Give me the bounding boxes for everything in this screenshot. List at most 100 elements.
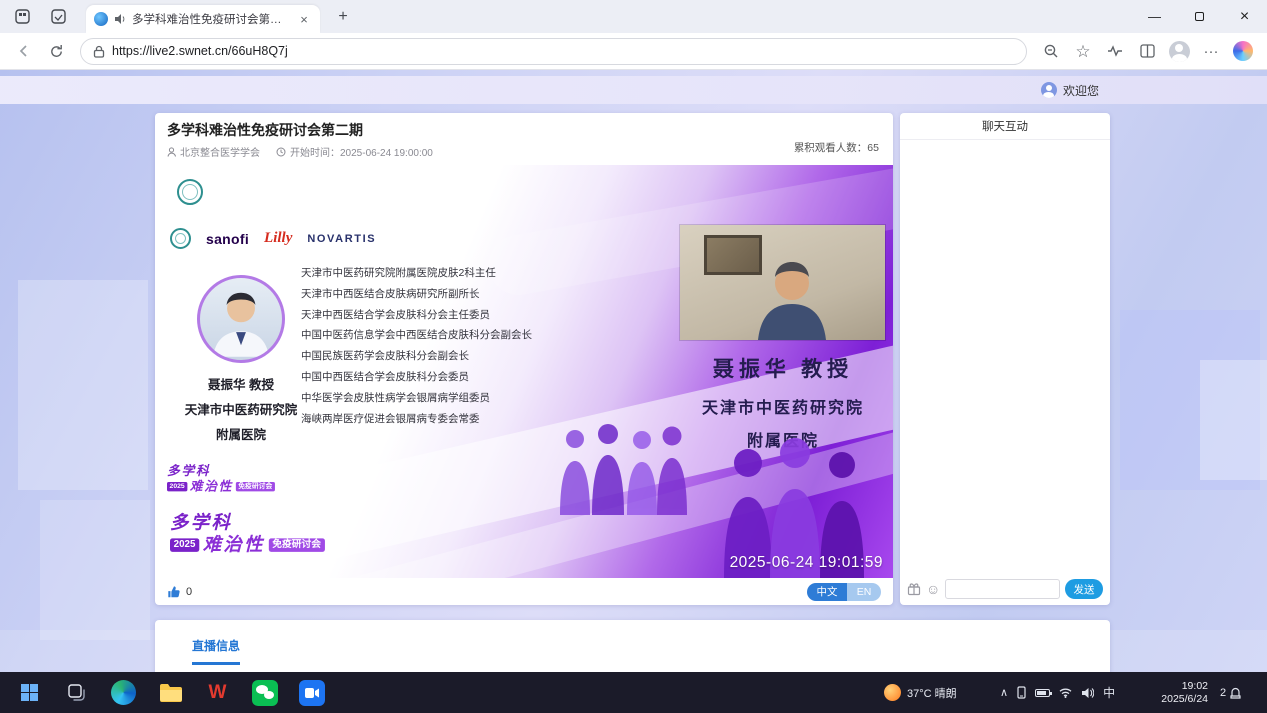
- taskbar-file-explorer[interactable]: [147, 672, 194, 713]
- copilot-icon[interactable]: [1229, 37, 1257, 65]
- speaker-photo: [197, 275, 285, 363]
- tab-favicon: [94, 12, 108, 26]
- start-time-text: 开始时间：2025-06-24 19:00:00: [290, 144, 433, 159]
- edge-icon: [111, 680, 136, 705]
- browser-tab-strip: 多学科难治性免疫研讨会第… × + — ×: [0, 0, 1267, 33]
- thumbs-up-icon: [167, 585, 181, 599]
- window-minimize-button[interactable]: —: [1132, 0, 1177, 33]
- hidden-icons-chevron[interactable]: ∧: [1000, 686, 1008, 699]
- system-tray: ∧ 中: [1000, 672, 1115, 713]
- event-logo: 多学科 2025 难治性 免疫研讨会: [170, 514, 325, 555]
- clock-date: 2025/6/24: [1161, 693, 1208, 706]
- workspaces-icon[interactable]: [12, 6, 33, 27]
- sponsor-sanofi: sanofi: [206, 231, 249, 247]
- task-view-button[interactable]: [53, 672, 100, 713]
- chat-input-row: ☺ 发送: [900, 573, 1110, 605]
- copilot-logo: [1233, 41, 1253, 61]
- site-lock-icon[interactable]: [93, 45, 105, 58]
- send-button[interactable]: 发送: [1065, 579, 1103, 599]
- tab-audio-icon[interactable]: [114, 13, 126, 25]
- live-title: 多学科难治性免疫研讨会第二期: [167, 120, 363, 140]
- browser-essentials-icon[interactable]: [1101, 37, 1129, 65]
- notification-icon: [1229, 686, 1242, 699]
- credential-item: 中国民族医药学会皮肤科分会副会长: [301, 346, 532, 367]
- lang-en-button[interactable]: EN: [847, 583, 881, 601]
- lang-zh-button[interactable]: 中文: [807, 583, 847, 601]
- battery-icon[interactable]: [1035, 689, 1050, 697]
- volume-icon[interactable]: [1081, 687, 1094, 699]
- stream-timestamp: 2025-06-24 19:01:59: [730, 554, 883, 572]
- taskbar-wechat[interactable]: [241, 672, 288, 713]
- start-button[interactable]: [6, 672, 53, 713]
- tab-close-icon[interactable]: ×: [296, 12, 312, 27]
- chat-input[interactable]: [945, 579, 1060, 599]
- clock-icon: [276, 147, 286, 157]
- address-bar[interactable]: https://live2.swnet.cn/66uH8Q7j: [80, 38, 1027, 65]
- emoji-icon[interactable]: ☺: [926, 581, 940, 597]
- credential-item: 中华医学会皮肤性病学会银屑病学组委员: [301, 388, 532, 409]
- live-card: 多学科难治性免疫研讨会第二期 北京整合医学学会 开始时间：2025-06-24 …: [155, 113, 893, 605]
- weather-widget[interactable]: 37°C 晴朗: [884, 672, 957, 713]
- crowd-silhouette: [550, 423, 690, 515]
- more-menu-icon[interactable]: ···: [1197, 37, 1225, 65]
- input-method-indicator[interactable]: 中: [1103, 684, 1115, 701]
- tab-live-info[interactable]: 直播信息: [192, 637, 240, 665]
- refresh-icon[interactable]: [42, 37, 70, 65]
- webcam-video: [680, 225, 885, 340]
- meeting-app-icon: [299, 680, 325, 706]
- favorites-star-icon[interactable]: ☆: [1069, 37, 1097, 65]
- maximize-icon: [1195, 12, 1204, 21]
- zoom-out-icon[interactable]: [1037, 37, 1065, 65]
- window-maximize-button[interactable]: [1177, 0, 1222, 33]
- credential-item: 天津中西医结合学会皮肤科分会主任委员: [301, 305, 532, 326]
- webpage: 欢迎您 多学科难治性免疫研讨会第二期 北京整合医学学会 开始时间：2025-06…: [0, 70, 1267, 672]
- usb-device-icon[interactable]: [1017, 686, 1026, 699]
- organizer-text: 北京整合医学学会: [180, 144, 260, 159]
- chat-message-list[interactable]: [900, 140, 1110, 573]
- avatar-icon: [1169, 41, 1190, 62]
- event-logo-year: 2025: [170, 538, 199, 552]
- task-view-icon: [68, 684, 86, 702]
- speaker-block: 聂振华 教授 天津市中医药研究院 附属医院: [175, 275, 307, 443]
- sponsor-novartis: NOVARTIS: [307, 233, 376, 245]
- url-text[interactable]: https://live2.swnet.cn/66uH8Q7j: [112, 44, 288, 58]
- like-button[interactable]: 0: [167, 585, 192, 599]
- weather-text: 37°C 晴朗: [907, 685, 957, 701]
- event-logo-line2: 难治性: [203, 536, 265, 555]
- background-shape: [1200, 360, 1267, 480]
- taskbar-meeting-app[interactable]: [288, 672, 335, 713]
- active-tab[interactable]: 多学科难治性免疫研讨会第… ×: [86, 5, 320, 33]
- new-tab-button[interactable]: +: [332, 6, 354, 28]
- welcome-bar: 欢迎您: [0, 76, 1267, 104]
- society-seal-logo: [170, 228, 191, 249]
- background-shape: [40, 500, 150, 640]
- event-logo: 多学科 2025 难治性 免疫研讨会: [167, 465, 275, 493]
- video-player[interactable]: sanofi Lilly NOVARTIS 聂振华 教授 天津市中医药研究院 附…: [155, 165, 893, 578]
- info-card: 直播信息: [155, 620, 1110, 672]
- caption-org-2: 附属医院: [673, 427, 893, 451]
- welcome-text: 欢迎您: [1063, 82, 1099, 99]
- taskbar-edge[interactable]: [100, 672, 147, 713]
- profile-avatar[interactable]: [1165, 37, 1193, 65]
- speaker-org-1: 天津市中医药研究院: [175, 399, 307, 418]
- speaker-caption: 聂振华 教授 天津市中医药研究院 附属医院: [673, 353, 893, 451]
- caption-name: 聂振华 教授: [673, 353, 893, 383]
- gift-icon[interactable]: [907, 582, 921, 596]
- language-toggle: 中文 EN: [807, 583, 881, 601]
- window-close-button[interactable]: ×: [1222, 0, 1267, 33]
- sponsor-lilly: Lilly: [264, 230, 292, 247]
- credential-item: 中国中西医结合学会皮肤科分会委员: [301, 367, 532, 388]
- taskbar-wps[interactable]: W: [194, 672, 241, 713]
- credential-item: 中国中医药信息学会中西医结合皮肤科分会副会长: [301, 325, 532, 346]
- taskbar-clock[interactable]: 19:02 2025/6/24: [1146, 672, 1208, 713]
- notification-center[interactable]: 2: [1220, 672, 1242, 713]
- credential-item: 天津市中医药研究院附属医院皮肤2科主任: [301, 263, 532, 284]
- notification-count: 2: [1220, 687, 1226, 699]
- split-screen-icon[interactable]: [1133, 37, 1161, 65]
- tab-title: 多学科难治性免疫研讨会第…: [132, 11, 282, 27]
- tab-actions-icon[interactable]: [48, 6, 69, 27]
- user-avatar-icon[interactable]: [1041, 82, 1057, 98]
- network-icon[interactable]: [1059, 687, 1072, 698]
- back-icon[interactable]: [10, 37, 38, 65]
- event-logo-line1: 多学科: [167, 465, 275, 478]
